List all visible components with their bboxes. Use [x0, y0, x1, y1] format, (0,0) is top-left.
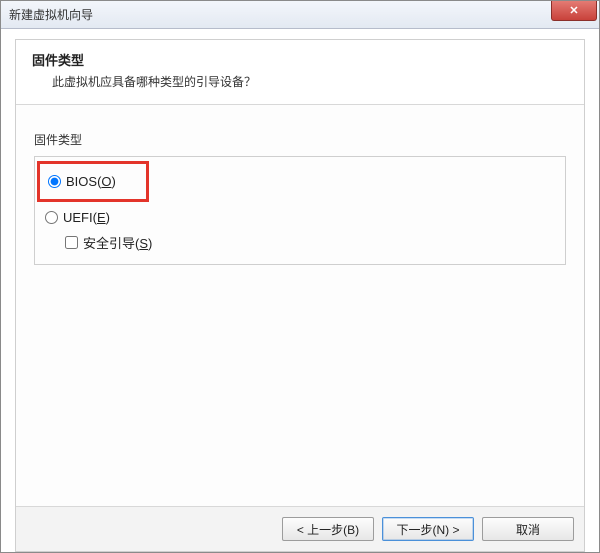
radio-bios-label: BIOS(O) — [66, 174, 116, 189]
firmware-options: BIOS(O) UEFI(E) 安全引导(S) — [34, 156, 566, 265]
wizard-window: 新建虚拟机向导 ✕ 固件类型 此虚拟机应具备哪种类型的引导设备？ 固件类型 BI… — [0, 0, 600, 553]
close-icon: ✕ — [569, 4, 578, 17]
back-button[interactable]: < 上一步(B) — [282, 517, 374, 541]
page-title: 固件类型 — [32, 50, 568, 69]
window-title: 新建虚拟机向导 — [9, 6, 93, 23]
secure-boot-checkbox[interactable] — [65, 236, 78, 249]
radio-uefi-label: UEFI(E) — [63, 210, 110, 225]
footer-buttons: < 上一步(B) 下一步(N) > 取消 — [16, 506, 584, 551]
close-button[interactable]: ✕ — [551, 1, 597, 21]
firmware-group-label: 固件类型 — [34, 131, 566, 148]
cancel-button[interactable]: 取消 — [482, 517, 574, 541]
radio-uefi-row[interactable]: UEFI(E) — [41, 206, 559, 229]
next-button[interactable]: 下一步(N) > — [382, 517, 474, 541]
radio-bios-row[interactable]: BIOS(O) — [44, 170, 118, 193]
page-subtitle: 此虚拟机应具备哪种类型的引导设备？ — [32, 73, 568, 90]
highlight-box: BIOS(O) — [37, 161, 149, 202]
radio-bios[interactable] — [48, 175, 61, 188]
body-section: 固件类型 BIOS(O) UEFI(E) 安全引导(S — [16, 105, 584, 506]
inner-panel: 固件类型 此虚拟机应具备哪种类型的引导设备？ 固件类型 BIOS(O) UEFI… — [15, 39, 585, 552]
secure-boot-label: 安全引导(S) — [83, 233, 152, 252]
titlebar: 新建虚拟机向导 ✕ — [1, 1, 599, 29]
radio-uefi[interactable] — [45, 211, 58, 224]
header-section: 固件类型 此虚拟机应具备哪种类型的引导设备？ — [16, 40, 584, 105]
secure-boot-row[interactable]: 安全引导(S) — [41, 229, 559, 254]
content-area: 固件类型 此虚拟机应具备哪种类型的引导设备？ 固件类型 BIOS(O) UEFI… — [1, 29, 599, 552]
